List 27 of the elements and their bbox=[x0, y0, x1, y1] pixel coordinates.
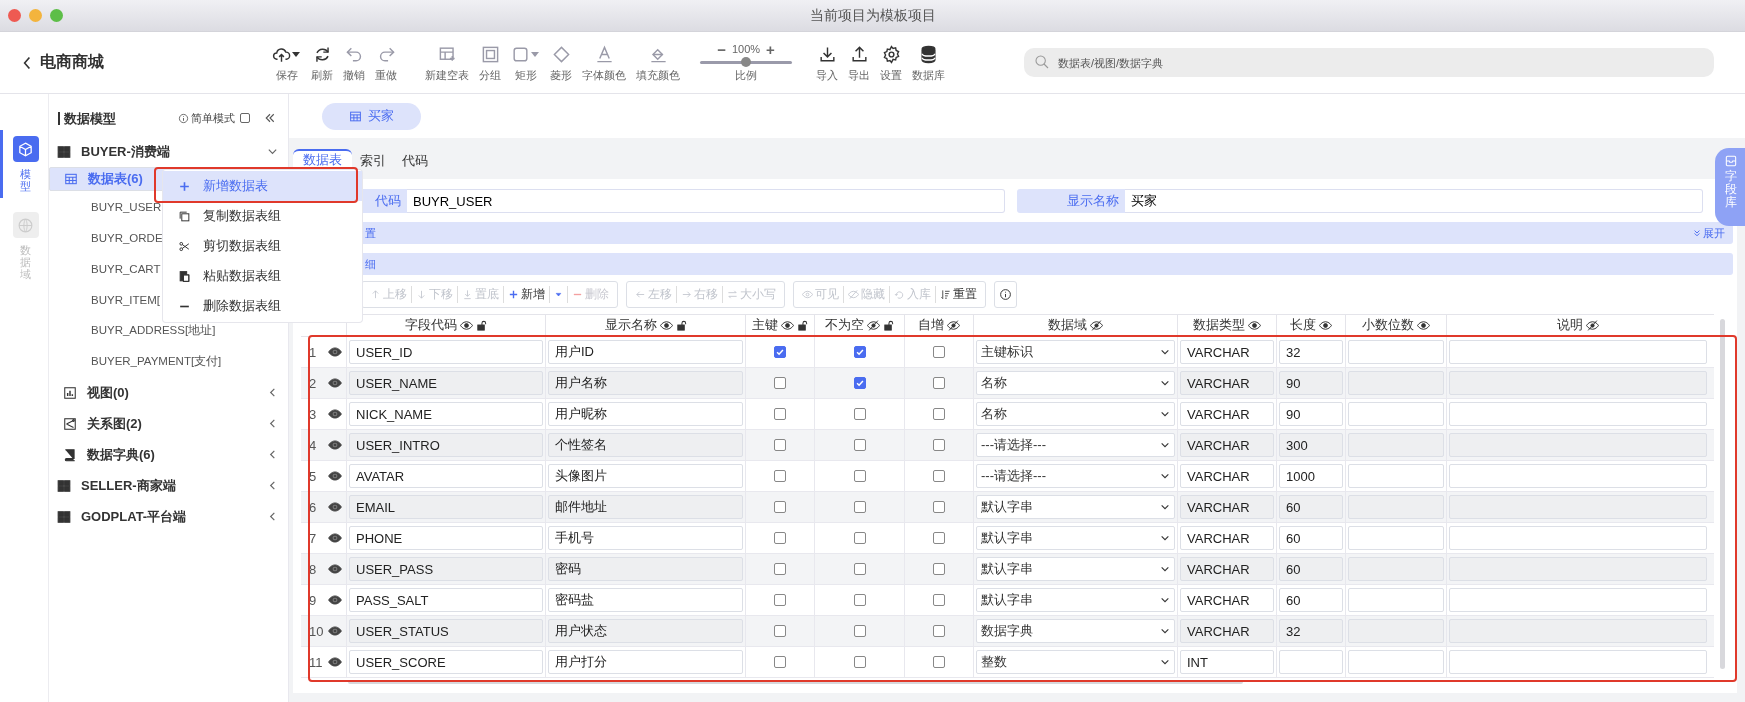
zoom-label: 比例 bbox=[735, 68, 757, 83]
column-header: 显示名称 bbox=[604, 317, 657, 334]
field-label: 显示名称 bbox=[1017, 189, 1125, 213]
row-number: 7 bbox=[309, 530, 317, 546]
column-header: 自增 bbox=[918, 317, 944, 334]
row-number: 8 bbox=[309, 561, 317, 577]
column-header: 数据域 bbox=[1048, 317, 1087, 334]
panel-title: 数据模型 bbox=[58, 111, 116, 125]
column-header: 字段代码 bbox=[405, 317, 457, 334]
row-number: 1 bbox=[309, 344, 317, 360]
row-number: 4 bbox=[309, 437, 317, 453]
column-header: 长度 bbox=[1290, 317, 1316, 334]
column-header: 说明 bbox=[1557, 317, 1583, 334]
row-number: 9 bbox=[309, 592, 317, 608]
column-header: 不为空 bbox=[825, 317, 864, 334]
row-number: 2 bbox=[309, 375, 317, 391]
row-number: 3 bbox=[309, 406, 317, 422]
column-header: 主键 bbox=[752, 317, 778, 334]
row-number: 11 bbox=[309, 654, 323, 670]
column-header: 数据类型 bbox=[1193, 317, 1245, 334]
row-number: 10 bbox=[309, 623, 324, 639]
simple-mode-label: 简单模式 bbox=[191, 110, 235, 126]
zoom-value: 100% bbox=[731, 43, 761, 55]
column-header: 小数位数 bbox=[1362, 317, 1414, 334]
row-number: 5 bbox=[309, 468, 317, 484]
row-number: 6 bbox=[309, 499, 317, 515]
window-title: 当前项目为模板项目 bbox=[809, 6, 936, 25]
